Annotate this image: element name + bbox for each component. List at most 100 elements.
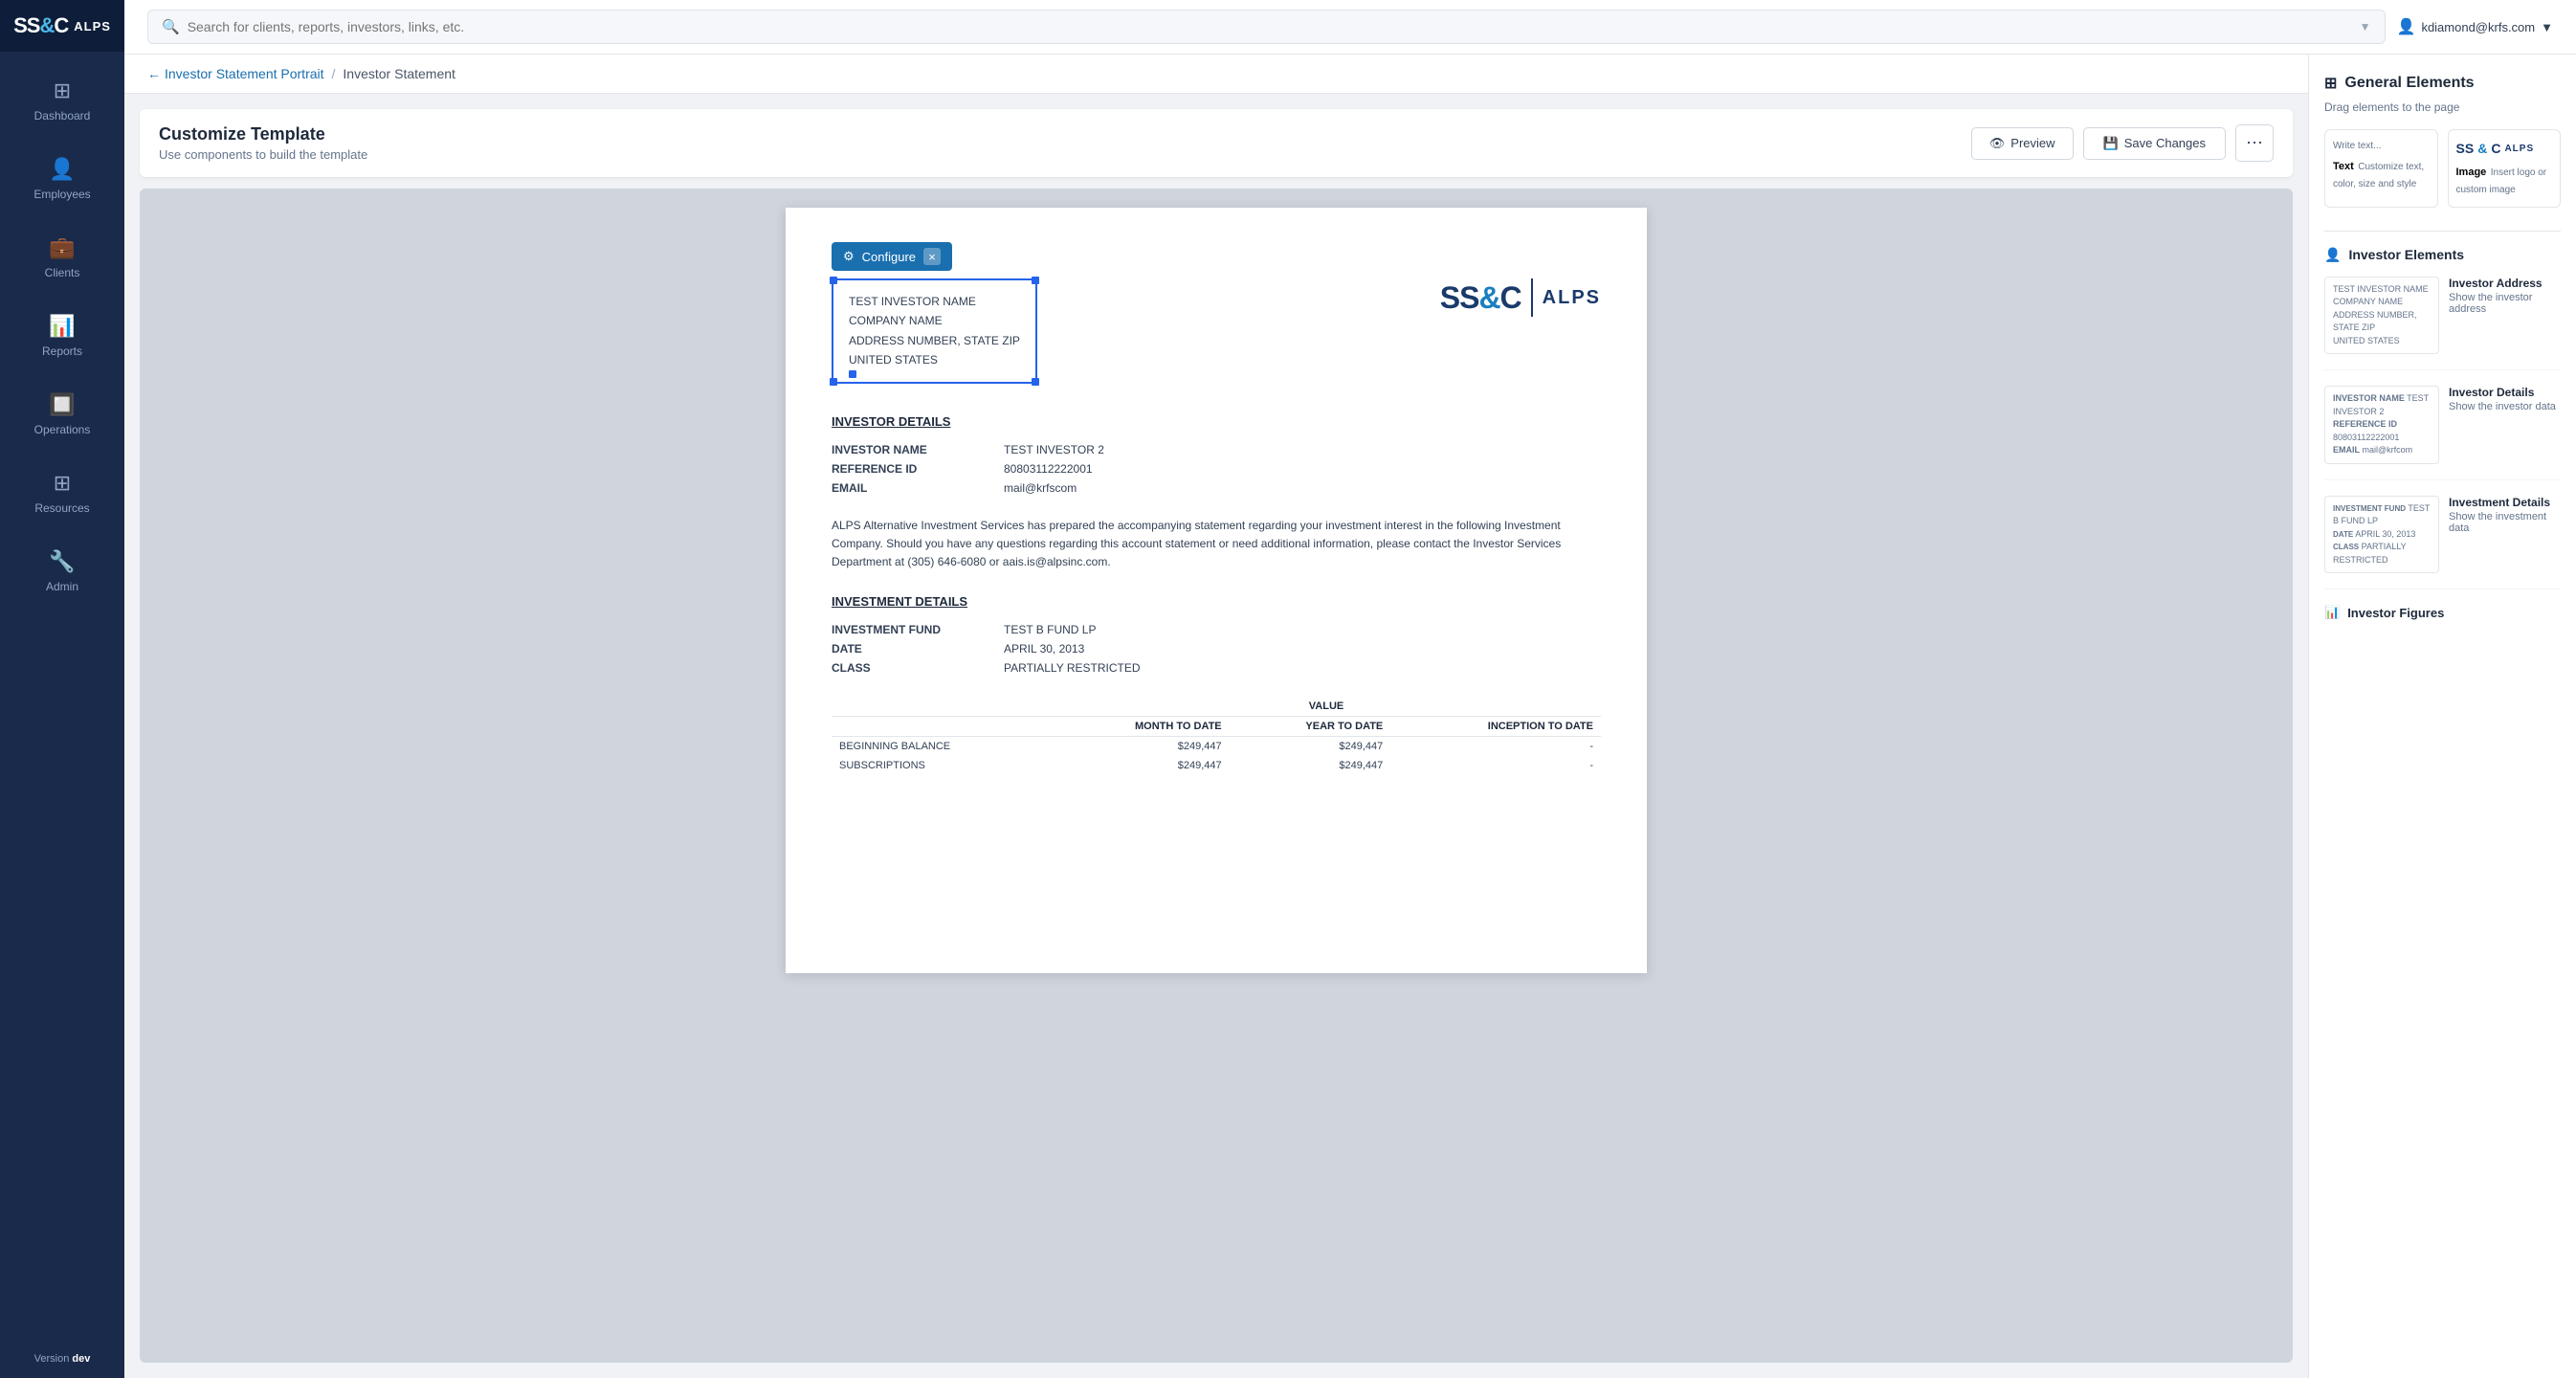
investor-name-value: TEST INVESTOR 2 — [1004, 440, 1601, 459]
text-element-card[interactable]: Write text... Text Customize text, color… — [2324, 129, 2438, 208]
breadcrumb-back-link[interactable]: ← Investor Statement Portrait — [147, 66, 324, 81]
address-line-1: TEST INVESTOR NAME — [849, 292, 1020, 311]
investment-details-preview: INVESTMENT FUND TEST B FUND LP DATE APRI… — [2324, 496, 2439, 574]
general-elements-grid: Write text... Text Customize text, color… — [2324, 129, 2561, 208]
address-section: TEST INVESTOR NAME COMPANY NAME ADDRESS … — [832, 278, 1601, 384]
balance-col-ytd: YEAR TO DATE — [1230, 717, 1391, 737]
preview-button[interactable]: 👁 Preview — [1971, 127, 2074, 160]
employees-icon: 👤 — [49, 157, 75, 182]
breadcrumb-current: Investor Statement — [343, 66, 455, 81]
sidebar-item-label: Admin — [46, 580, 78, 593]
table-row: INVESTOR NAME TEST INVESTOR 2 — [832, 440, 1601, 459]
text-element-label: Text Customize text, color, size and sty… — [2333, 157, 2430, 191]
balance-row-2-inception: - — [1390, 756, 1601, 775]
reports-icon: 📊 — [49, 314, 75, 339]
sidebar-item-employees[interactable]: 👤 Employees — [0, 140, 124, 218]
address-line-3: ADDRESS NUMBER, STATE ZIP — [849, 331, 1020, 350]
table-row: CLASS PARTIALLY RESTRICTED — [832, 658, 1601, 678]
user-info[interactable]: 👤 kdiamond@krfs.com ▼ — [2397, 17, 2553, 36]
sidebar-item-operations[interactable]: 🔲 Operations — [0, 375, 124, 454]
reference-id-value: 80803112222001 — [1004, 459, 1601, 478]
balance-col-inception: INCEPTION TO DATE — [1390, 717, 1601, 737]
general-elements-label: General Elements — [2344, 75, 2474, 92]
doc-logo-amp: & — [1478, 280, 1499, 315]
content-area: ← Investor Statement Portrait / Investor… — [124, 55, 2576, 1378]
balance-row-2-ytd: $249,447 — [1230, 756, 1391, 775]
corner-tl — [830, 277, 837, 284]
back-arrow-icon: ← — [147, 66, 161, 81]
balance-row-1-label: BEGINNING BALANCE — [832, 737, 1052, 757]
user-email: kdiamond@krfs.com — [2421, 20, 2535, 34]
search-wrap[interactable]: 🔍 ▼ — [147, 10, 2386, 44]
table-row: BEGINNING BALANCE $249,447 $249,447 - — [832, 737, 1601, 757]
investment-details-label: Investment Details — [2449, 496, 2561, 509]
balance-col-label — [832, 717, 1052, 737]
sidebar-item-resources[interactable]: ⊞ Resources — [0, 454, 124, 532]
investor-address-element[interactable]: TEST INVESTOR NAME COMPANY NAME ADDRESS … — [2324, 277, 2561, 371]
investment-details-element[interactable]: INVESTMENT FUND TEST B FUND LP DATE APRI… — [2324, 496, 2561, 590]
balance-col-mtd: MONTH TO DATE — [1052, 717, 1230, 737]
balance-table: VALUE MONTH TO DATE YEAR TO DATE INCEPTI… — [832, 697, 1601, 775]
investor-address-desc: Show the investor address — [2449, 292, 2561, 315]
sidebar-logo: SS&C ALPS — [0, 0, 124, 52]
general-elements-icon: ⊞ — [2324, 74, 2337, 93]
sidebar-item-label: Dashboard — [34, 109, 91, 122]
more-options-button[interactable]: ⋯ — [2235, 124, 2274, 162]
investor-address-preview: TEST INVESTOR NAME COMPANY NAME ADDRESS … — [2324, 277, 2439, 355]
search-input[interactable] — [188, 19, 2348, 34]
user-dropdown-icon: ▼ — [2541, 20, 2553, 34]
configure-toolbar[interactable]: ⚙ Configure × — [832, 242, 952, 271]
table-row: DATE APRIL 30, 2013 — [832, 639, 1601, 658]
investment-class-label: CLASS — [832, 658, 1004, 678]
document-logo: SS&C ALPS — [1440, 278, 1601, 317]
balance-row-1-ytd: $249,447 — [1230, 737, 1391, 757]
text-element-preview: Write text... — [2333, 140, 2430, 153]
image-element-card[interactable]: SS&C ALPS Image Insert logo or custom im… — [2448, 129, 2562, 208]
investor-figures-label: Investor Figures — [2347, 606, 2444, 620]
drag-hint: Drag elements to the page — [2324, 100, 2561, 114]
table-row: INVESTMENT FUND TEST B FUND LP — [832, 620, 1601, 639]
investor-details-label: Investor Details — [2449, 386, 2561, 399]
balance-row-2-mtd: $249,447 — [1052, 756, 1230, 775]
sidebar-item-admin[interactable]: 🔧 Admin — [0, 532, 124, 611]
address-block: TEST INVESTOR NAME COMPANY NAME ADDRESS … — [832, 278, 1037, 384]
investment-fund-label: INVESTMENT FUND — [832, 620, 1004, 639]
email-label: EMAIL — [832, 478, 1004, 498]
investor-details-section: INVESTOR DETAILS INVESTOR NAME TEST INVE… — [832, 414, 1601, 498]
sidebar-item-reports[interactable]: 📊 Reports — [0, 297, 124, 375]
save-changes-button[interactable]: 💾 Save Changes — [2083, 127, 2226, 160]
breadcrumb-back-label: Investor Statement Portrait — [165, 66, 324, 81]
sidebar-item-label: Employees — [33, 188, 90, 201]
configure-label: Configure — [862, 250, 916, 264]
save-icon: 💾 — [2103, 136, 2119, 151]
sidebar-item-dashboard[interactable]: ⊞ Dashboard — [0, 61, 124, 140]
template-editor: Customize Template Use components to bui… — [124, 94, 2308, 1378]
configure-close-button[interactable]: × — [923, 248, 941, 265]
investor-details-info: Investor Details Show the investor data — [2449, 386, 2561, 464]
corner-br — [1032, 378, 1039, 386]
logo-ssc-text: SS&C — [13, 13, 68, 38]
balance-col-empty — [832, 697, 1052, 717]
sidebar-item-label: Operations — [34, 423, 91, 436]
editor-subtitle: Use components to build the template — [159, 147, 367, 162]
search-icon: 🔍 — [162, 18, 180, 35]
search-dropdown-icon: ▼ — [2360, 20, 2371, 33]
investor-details-element[interactable]: INVESTOR NAME TEST INVESTOR 2 REFERENCE … — [2324, 386, 2561, 480]
sidebar-item-label: Resources — [34, 501, 89, 515]
investment-class-value: PARTIALLY RESTRICTED — [1004, 658, 1601, 678]
breadcrumb-separator: / — [332, 66, 336, 81]
investment-details-heading: INVESTMENT DETAILS — [832, 594, 1601, 609]
document-page: ⚙ Configure × TEST INVESTOR NAME C — [786, 208, 1647, 973]
topbar: 🔍 ▼ 👤 kdiamond@krfs.com ▼ — [124, 0, 2576, 55]
investor-elements-label: Investor Elements — [2348, 247, 2464, 262]
configure-gear-icon: ⚙ — [843, 249, 855, 264]
sidebar-item-clients[interactable]: 💼 Clients — [0, 218, 124, 297]
doc-logo-alps: ALPS — [1543, 287, 1601, 309]
table-row: EMAIL mail@krfscom — [832, 478, 1601, 498]
investor-address-label: Investor Address — [2449, 277, 2561, 290]
right-sidebar: ⊞ General Elements Drag elements to the … — [2308, 55, 2576, 1378]
eye-icon: 👁 — [1989, 136, 2006, 151]
corner-bl — [830, 378, 837, 386]
balance-row-1-inception: - — [1390, 737, 1601, 757]
admin-icon: 🔧 — [49, 549, 75, 574]
